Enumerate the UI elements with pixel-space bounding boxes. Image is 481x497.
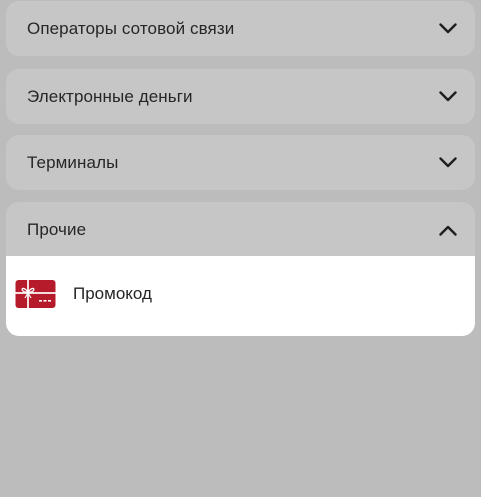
payment-categories-screen: Операторы сотовой связи Электронные день… [0, 0, 481, 497]
chevron-down-icon[interactable] [437, 152, 459, 174]
section-mobile-operators[interactable]: Операторы сотовой связи [6, 1, 475, 56]
section-other[interactable]: Прочие [6, 202, 475, 258]
gift-card-icon [15, 279, 56, 309]
chevron-up-icon[interactable] [437, 219, 459, 241]
chevron-down-icon[interactable] [437, 18, 459, 40]
promo-code-label: Промокод [73, 284, 152, 303]
section-title: Операторы сотовой связи [27, 18, 235, 38]
chevron-down-icon[interactable] [437, 86, 459, 108]
section-title: Электронные деньги [27, 86, 193, 106]
section-title: Прочие [27, 220, 87, 239]
section-title: Терминалы [27, 152, 119, 172]
promo-code-item[interactable]: Промокод [6, 270, 475, 318]
section-electronic-money[interactable]: Электронные деньги [6, 69, 475, 124]
section-other-panel: Промокод [6, 256, 475, 336]
section-terminals[interactable]: Терминалы [6, 135, 475, 190]
